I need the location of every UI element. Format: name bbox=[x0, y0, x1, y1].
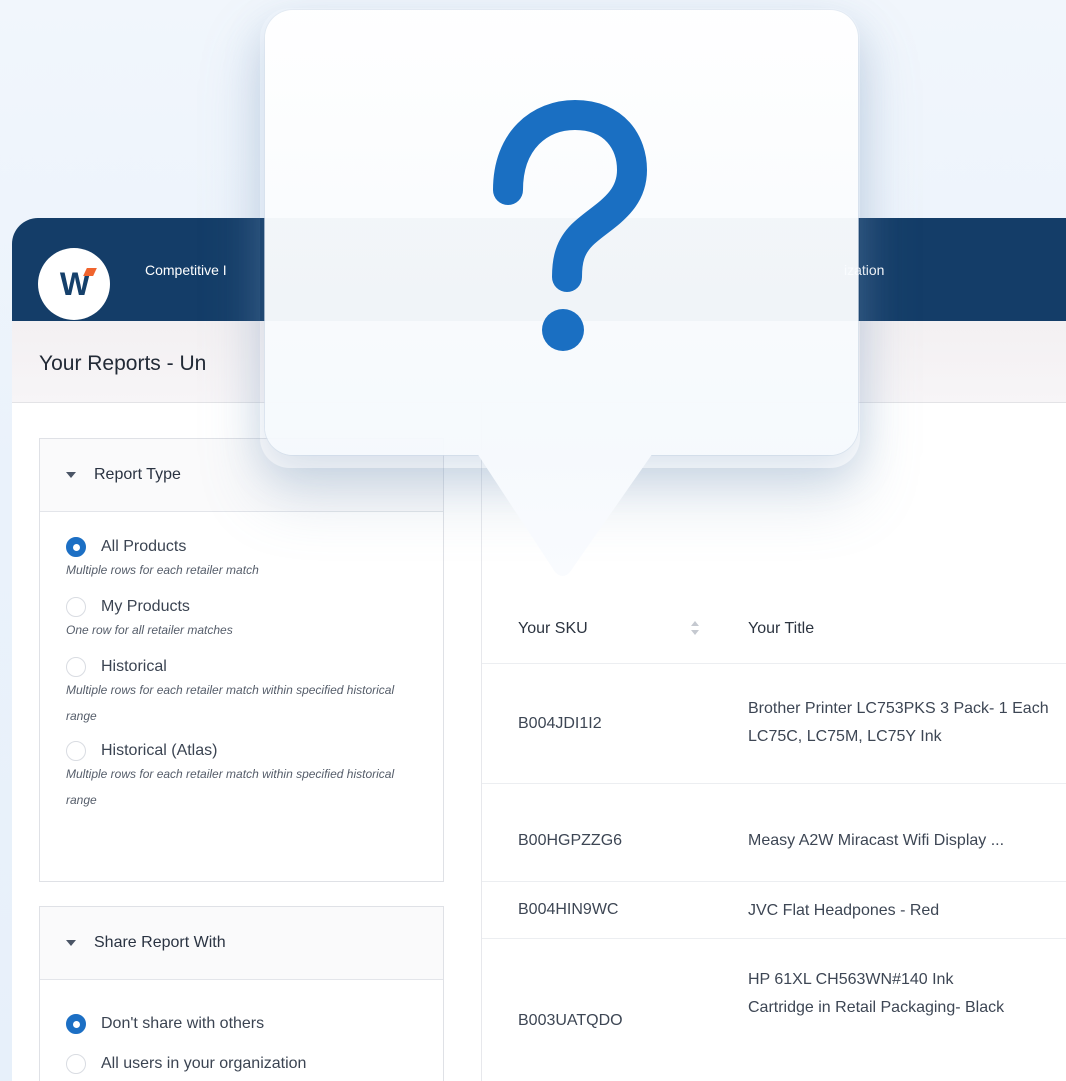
radio-unselected-icon[interactable] bbox=[66, 741, 86, 761]
caret-down-icon bbox=[66, 940, 76, 946]
option-description: Multiple rows for each retailer match bbox=[66, 563, 259, 577]
table-cell-title[interactable]: Measy A2W Miracast Wifi Display ... bbox=[748, 827, 1066, 855]
question-mark-icon bbox=[493, 100, 647, 351]
share-options: Don't share with others All users in you… bbox=[40, 980, 443, 1081]
column-header-title[interactable]: Your Title bbox=[748, 620, 814, 638]
share-report-header[interactable]: Share Report With bbox=[40, 907, 443, 980]
radio-selected-icon[interactable] bbox=[66, 1014, 86, 1034]
table-cell-sku[interactable]: B004JDI1I2 bbox=[518, 710, 602, 738]
radio-share-org[interactable]: All users in your organization bbox=[66, 1054, 417, 1074]
option-description: Multiple rows for each retailer match wi… bbox=[66, 767, 395, 807]
option-label: Historical (Atlas) bbox=[101, 742, 218, 759]
radio-unselected-icon[interactable] bbox=[66, 1054, 86, 1074]
column-header-sku[interactable]: Your SKU bbox=[518, 620, 588, 638]
radio-all-products[interactable]: All Products bbox=[66, 537, 417, 557]
option-label: All users in your organization bbox=[101, 1055, 307, 1072]
radio-dont-share[interactable]: Don't share with others bbox=[66, 1014, 417, 1034]
report-type-panel: Report Type All Products Multiple rows f… bbox=[39, 438, 444, 882]
popup-tail bbox=[475, 450, 655, 576]
option-description: Multiple rows for each retailer match wi… bbox=[66, 683, 395, 723]
table-cell-sku[interactable]: B00HGPZZG6 bbox=[518, 827, 622, 855]
report-type-heading: Report Type bbox=[94, 466, 181, 483]
sort-icon[interactable] bbox=[690, 619, 700, 637]
caret-down-icon bbox=[66, 472, 76, 478]
table-cell-title[interactable]: JVC Flat Headpones - Red bbox=[748, 897, 1066, 925]
radio-unselected-icon[interactable] bbox=[66, 657, 86, 677]
app-logo[interactable]: W bbox=[38, 248, 110, 320]
option-label: My Products bbox=[101, 598, 190, 615]
table-cell-sku[interactable]: B004HIN9WC bbox=[518, 896, 618, 924]
share-report-panel: Share Report With Don't share with other… bbox=[39, 906, 444, 1081]
page-title: Your Reports - Un bbox=[39, 352, 207, 375]
option-description: One row for all retailer matches bbox=[66, 623, 233, 637]
report-type-options: All Products Multiple rows for each reta… bbox=[40, 512, 443, 837]
radio-my-products[interactable]: My Products bbox=[66, 597, 417, 617]
option-label: All Products bbox=[101, 538, 187, 555]
table-cell-title[interactable]: Brother Printer LC753PKS 3 Pack- 1 Each … bbox=[748, 695, 1066, 751]
radio-unselected-icon[interactable] bbox=[66, 597, 86, 617]
share-report-heading: Share Report With bbox=[94, 934, 226, 951]
radio-historical-atlas[interactable]: Historical (Atlas) bbox=[66, 741, 417, 761]
nav-item-competitive[interactable]: Competitive I bbox=[145, 262, 227, 278]
option-label: Don't share with others bbox=[101, 1015, 265, 1032]
table-cell-title[interactable]: HP 61XL CH563WN#140 Ink Cartridge in Ret… bbox=[748, 966, 1008, 1022]
logo-letter: W bbox=[60, 266, 97, 303]
radio-selected-icon[interactable] bbox=[66, 537, 86, 557]
table-cell-sku[interactable]: B003UATQDO bbox=[518, 1007, 623, 1035]
radio-historical[interactable]: Historical bbox=[66, 657, 417, 677]
option-label: Historical bbox=[101, 658, 167, 675]
